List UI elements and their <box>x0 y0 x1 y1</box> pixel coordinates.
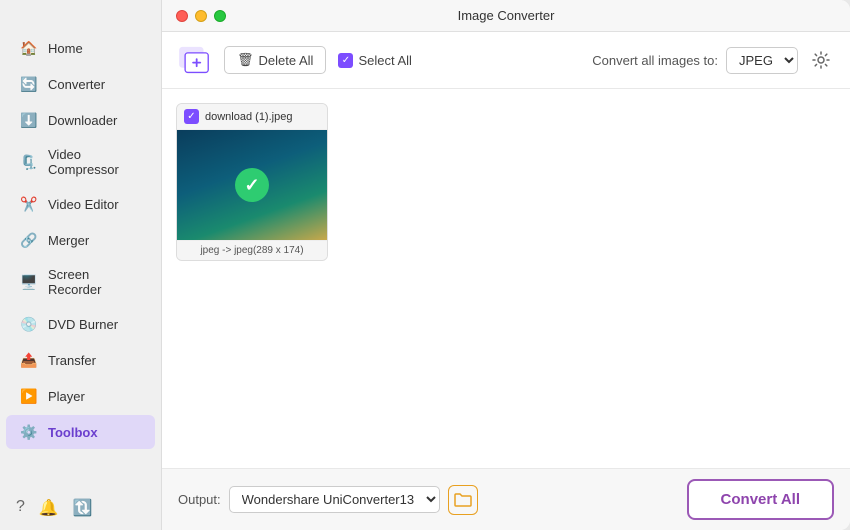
select-all-checkbox[interactable]: ✓ <box>338 53 353 68</box>
sidebar-bottom: ? 🔔 🔃 <box>0 486 161 530</box>
downloader-icon: ⬇️ <box>20 111 38 129</box>
sidebar-item-label: Video Compressor <box>48 147 141 177</box>
sidebar-item-screen-recorder[interactable]: 🖥️ Screen Recorder <box>6 259 155 305</box>
select-all-label: Select All <box>358 53 411 68</box>
minimize-button[interactable] <box>195 10 207 22</box>
main-panel: Image Converter 🗑 Delete All ✓ Select Al… <box>162 0 850 530</box>
delete-all-button[interactable]: 🗑 Delete All <box>224 46 326 74</box>
image-card: ✓ download (1).jpeg ✓ jpeg -> jpeg(289 x… <box>176 103 328 261</box>
image-preview: ✓ <box>177 130 327 240</box>
sidebar-item-dvd-burner[interactable]: 💿 DVD Burner <box>6 307 155 341</box>
close-button[interactable] <box>176 10 188 22</box>
sidebar-item-transfer[interactable]: 📤 Transfer <box>6 343 155 377</box>
sidebar-item-label: Screen Recorder <box>48 267 141 297</box>
select-all-checkbox-label[interactable]: ✓ Select All <box>338 53 411 68</box>
sidebar-item-label: Player <box>48 389 85 404</box>
notification-icon[interactable]: 🔔 <box>39 498 59 518</box>
sidebar-item-label: DVD Burner <box>48 317 118 332</box>
sidebar: 🏠 Home 🔄 Converter ⬇️ Downloader 🗜️ Vide… <box>0 0 162 530</box>
sidebar-item-toolbox[interactable]: ⚙️ Toolbox <box>6 415 155 449</box>
image-complete-icon: ✓ <box>235 168 269 202</box>
format-select[interactable]: JPEG PNG BMP TIFF GIF <box>726 47 798 74</box>
output-label: Output: <box>178 492 221 507</box>
video-compressor-icon: 🗜️ <box>20 153 38 171</box>
sidebar-item-converter[interactable]: 🔄 Converter <box>6 67 155 101</box>
video-editor-icon: ✂️ <box>20 195 38 213</box>
help-icon[interactable]: ? <box>16 498 25 518</box>
sidebar-item-label: Downloader <box>48 113 117 128</box>
player-icon: ▶️ <box>20 387 38 405</box>
image-content-area: ✓ download (1).jpeg ✓ jpeg -> jpeg(289 x… <box>162 89 850 468</box>
sidebar-item-video-editor[interactable]: ✂️ Video Editor <box>6 187 155 221</box>
sidebar-item-label: Converter <box>48 77 105 92</box>
open-folder-button[interactable] <box>448 485 478 515</box>
trash-icon: 🗑 <box>237 52 254 68</box>
format-selector-group: Convert all images to: JPEG PNG BMP TIFF… <box>592 45 836 75</box>
sidebar-item-video-compressor[interactable]: 🗜️ Video Compressor <box>6 139 155 185</box>
image-card-header: ✓ download (1).jpeg <box>177 104 327 130</box>
image-conversion-info: jpeg -> jpeg(289 x 174) <box>177 240 327 260</box>
image-filename: download (1).jpeg <box>205 111 292 123</box>
sidebar-item-label: Home <box>48 41 83 56</box>
sidebar-item-home[interactable]: 🏠 Home <box>6 31 155 65</box>
window-title: Image Converter <box>458 8 555 23</box>
converter-icon: 🔄 <box>20 75 38 93</box>
settings-button[interactable] <box>806 45 836 75</box>
convert-all-images-label: Convert all images to: <box>592 53 718 68</box>
output-folder-select[interactable]: Wondershare UniConverter13 <box>229 486 440 513</box>
titlebar: Image Converter <box>162 0 850 32</box>
sidebar-item-label: Merger <box>48 233 89 248</box>
screen-recorder-icon: 🖥️ <box>20 273 38 291</box>
convert-all-label: Convert All <box>721 491 800 508</box>
toolbox-icon: ⚙️ <box>20 423 38 441</box>
maximize-button[interactable] <box>214 10 226 22</box>
home-icon: 🏠 <box>20 39 38 57</box>
image-checkbox[interactable]: ✓ <box>184 109 199 124</box>
toolbar: 🗑 Delete All ✓ Select All Convert all im… <box>162 32 850 89</box>
sidebar-item-label: Video Editor <box>48 197 119 212</box>
sidebar-item-label: Transfer <box>48 353 96 368</box>
sidebar-item-player[interactable]: ▶️ Player <box>6 379 155 413</box>
dvd-burner-icon: 💿 <box>20 315 38 333</box>
window-controls <box>176 10 226 22</box>
convert-all-button[interactable]: Convert All <box>687 479 834 520</box>
delete-all-label: Delete All <box>259 53 314 68</box>
image-grid: ✓ download (1).jpeg ✓ jpeg -> jpeg(289 x… <box>176 103 836 261</box>
sidebar-item-merger[interactable]: 🔗 Merger <box>6 223 155 257</box>
sidebar-item-label: Toolbox <box>48 425 98 440</box>
refresh-icon[interactable]: 🔃 <box>73 498 93 518</box>
sidebar-item-downloader[interactable]: ⬇️ Downloader <box>6 103 155 137</box>
add-image-button[interactable] <box>176 42 212 78</box>
merger-icon: 🔗 <box>20 231 38 249</box>
bottom-bar: Output: Wondershare UniConverter13 Conve… <box>162 468 850 530</box>
transfer-icon: 📤 <box>20 351 38 369</box>
